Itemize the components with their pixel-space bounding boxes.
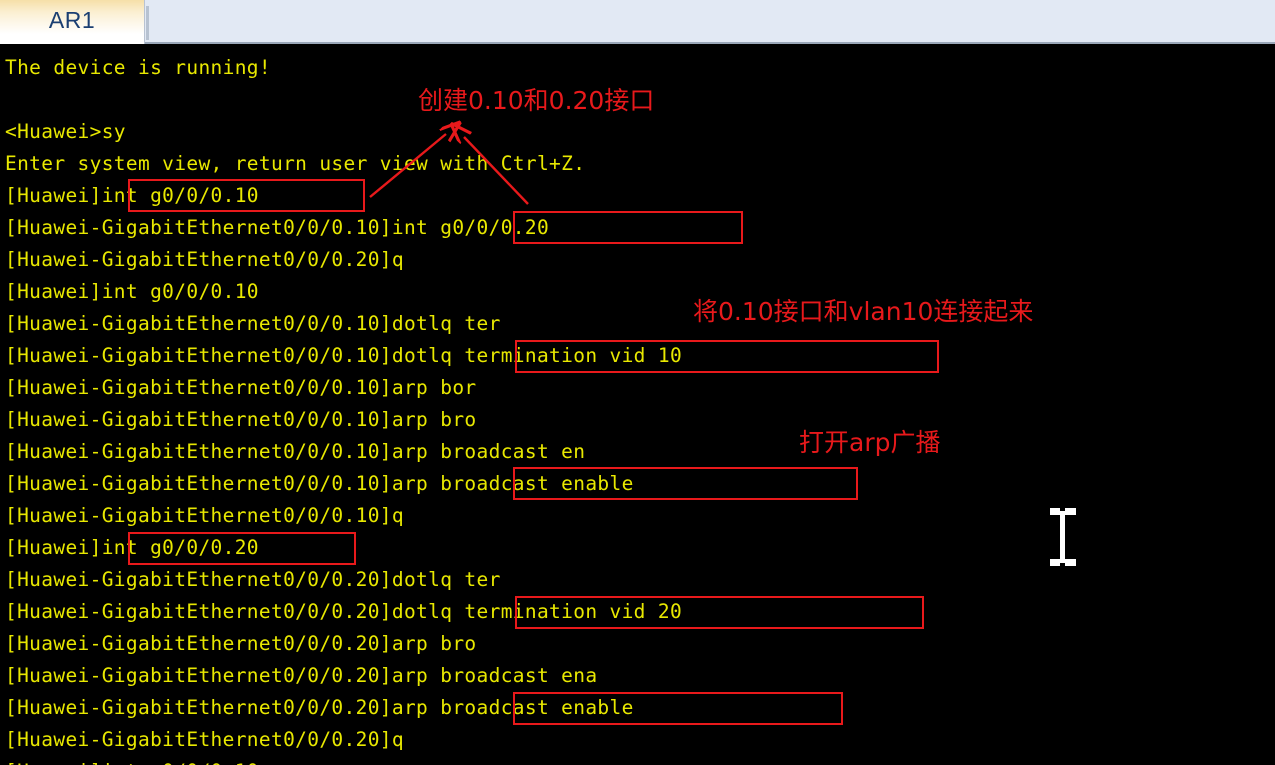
terminal-line: The device is running! <box>5 56 271 79</box>
terminal-line: [Huawei-GigabitEthernet0/0/0.10]dotlq te… <box>5 312 501 335</box>
terminal-line: <Huawei>sy <box>5 120 126 143</box>
terminal-line: [Huawei-GigabitEthernet0/0/0.20]arp bro <box>5 632 477 655</box>
terminal-line: [Huawei-GigabitEthernet0/0/0.10]dotlq te… <box>5 344 683 367</box>
terminal-line: [Huawei]int g0/0/0.20 <box>5 536 259 559</box>
terminal-line: [Huawei-GigabitEthernet0/0/0.10]arp broa… <box>5 472 634 495</box>
terminal-line: [Huawei-GigabitEthernet0/0/0.20]arp broa… <box>5 696 634 719</box>
terminal-line: [Huawei-GigabitEthernet0/0/0.20]q <box>5 728 404 751</box>
terminal-line: [Huawei-GigabitEthernet0/0/0.10]arp broa… <box>5 440 586 463</box>
terminal-line: [Huawei-GigabitEthernet0/0/0.20]dotlq te… <box>5 600 683 623</box>
tab-divider <box>146 6 149 40</box>
terminal-line: [Huawei-GigabitEthernet0/0/0.10]q <box>5 504 404 527</box>
mouse-ibeam-cursor <box>1050 508 1076 566</box>
tab-strip-empty-area <box>145 0 1275 42</box>
terminal-line: [Huawei-GigabitEthernet0/0/0.10]int g0/0… <box>5 216 550 239</box>
terminal-line: [Huawei-GigabitEthernet0/0/0.20]arp broa… <box>5 664 598 687</box>
terminal-line: [Huawei]int g0/0/0.10 <box>5 280 259 303</box>
terminal-line: [Huawei-GigabitEthernet0/0/0.10]arp bor <box>5 376 477 399</box>
terminal-line: [Huawei-GigabitEthernet0/0/0.20]q <box>5 248 404 271</box>
terminal-line: [Huawei]int g0/0/0.10 <box>5 756 1270 765</box>
tab-bar: AR1 <box>0 0 1275 44</box>
terminal-line: [Huawei-GigabitEthernet0/0/0.20]dotlq te… <box>5 568 501 591</box>
tab-ar1-label: AR1 <box>48 6 96 33</box>
terminal-output: The device is running! <Huawei>sy Enter sy… <box>5 52 1270 765</box>
tab-ar1[interactable]: AR1 <box>0 0 145 44</box>
terminal-line: [Huawei]int g0/0/0.10 <box>5 184 259 207</box>
terminal-line: Enter system view, return user view with… <box>5 152 586 175</box>
terminal-console[interactable]: The device is running! <Huawei>sy Enter sy… <box>0 44 1275 765</box>
terminal-line: [Huawei-GigabitEthernet0/0/0.10]arp bro <box>5 408 477 431</box>
